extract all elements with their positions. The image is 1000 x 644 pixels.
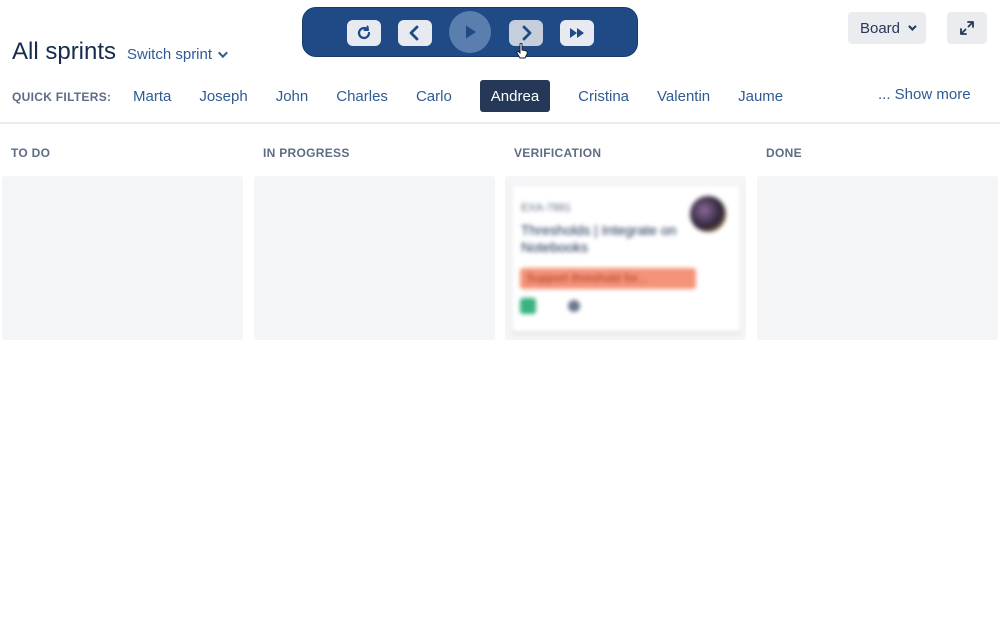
chevron-down-icon bbox=[217, 48, 228, 59]
header-divider bbox=[0, 122, 1000, 124]
avatar bbox=[690, 196, 726, 232]
column-header-verification: VERIFICATION bbox=[514, 146, 602, 160]
play-icon bbox=[466, 25, 476, 39]
chevron-down-icon bbox=[908, 22, 917, 31]
epic-label: Support threshold for... bbox=[520, 268, 696, 289]
fast-forward-button[interactable] bbox=[560, 20, 594, 46]
quick-filters-bar: Marta Joseph John Charles Carlo Andrea C… bbox=[119, 80, 797, 112]
fullscreen-button[interactable] bbox=[947, 12, 987, 44]
issue-summary: Thresholds | Integrate on Notebooks bbox=[521, 222, 677, 255]
fast-forward-icon bbox=[570, 28, 584, 38]
switch-sprint-button[interactable]: Switch sprint bbox=[127, 46, 228, 63]
column-header-todo: TO DO bbox=[11, 146, 51, 160]
filter-carlo[interactable]: Carlo bbox=[402, 80, 466, 112]
mouse-pointer-icon bbox=[516, 43, 528, 59]
column-header-done: DONE bbox=[766, 146, 802, 160]
filter-marta[interactable]: Marta bbox=[119, 80, 185, 112]
playback-toolbar bbox=[302, 7, 638, 57]
replay-button[interactable] bbox=[347, 20, 381, 46]
replay-icon bbox=[357, 25, 371, 40]
filter-charles[interactable]: Charles bbox=[322, 80, 402, 112]
column-todo[interactable] bbox=[2, 176, 243, 340]
filter-joseph[interactable]: Joseph bbox=[185, 80, 261, 112]
issue-card[interactable]: EXA-7881 Thresholds | Integrate on Noteb… bbox=[512, 186, 740, 332]
filter-john[interactable]: John bbox=[262, 80, 323, 112]
page-title: All sprints bbox=[12, 38, 117, 65]
quick-filters-label: QUICK FILTERS: bbox=[12, 90, 112, 104]
chevron-right-icon bbox=[522, 25, 532, 41]
previous-button[interactable] bbox=[398, 20, 432, 46]
show-more-filters-link[interactable]: ... Show more bbox=[878, 86, 971, 103]
expand-icon bbox=[960, 21, 974, 35]
issue-key: EXA-7881 bbox=[521, 202, 572, 214]
priority-icon bbox=[568, 300, 580, 312]
switch-sprint-label: Switch sprint bbox=[127, 46, 213, 63]
filter-andrea[interactable]: Andrea bbox=[479, 80, 551, 112]
column-in-progress[interactable] bbox=[254, 176, 495, 340]
chevron-left-icon bbox=[409, 25, 419, 41]
play-button[interactable] bbox=[449, 11, 491, 53]
filter-jaume[interactable]: Jaume bbox=[724, 80, 797, 112]
board-label: Board bbox=[859, 19, 901, 37]
column-done[interactable] bbox=[757, 176, 998, 340]
filter-cristina[interactable]: Cristina bbox=[564, 80, 643, 112]
filter-valentin[interactable]: Valentin bbox=[643, 80, 724, 112]
column-header-in-progress: IN PROGRESS bbox=[263, 146, 350, 160]
board-menu-button[interactable]: Board bbox=[848, 12, 926, 44]
story-icon bbox=[520, 298, 536, 314]
